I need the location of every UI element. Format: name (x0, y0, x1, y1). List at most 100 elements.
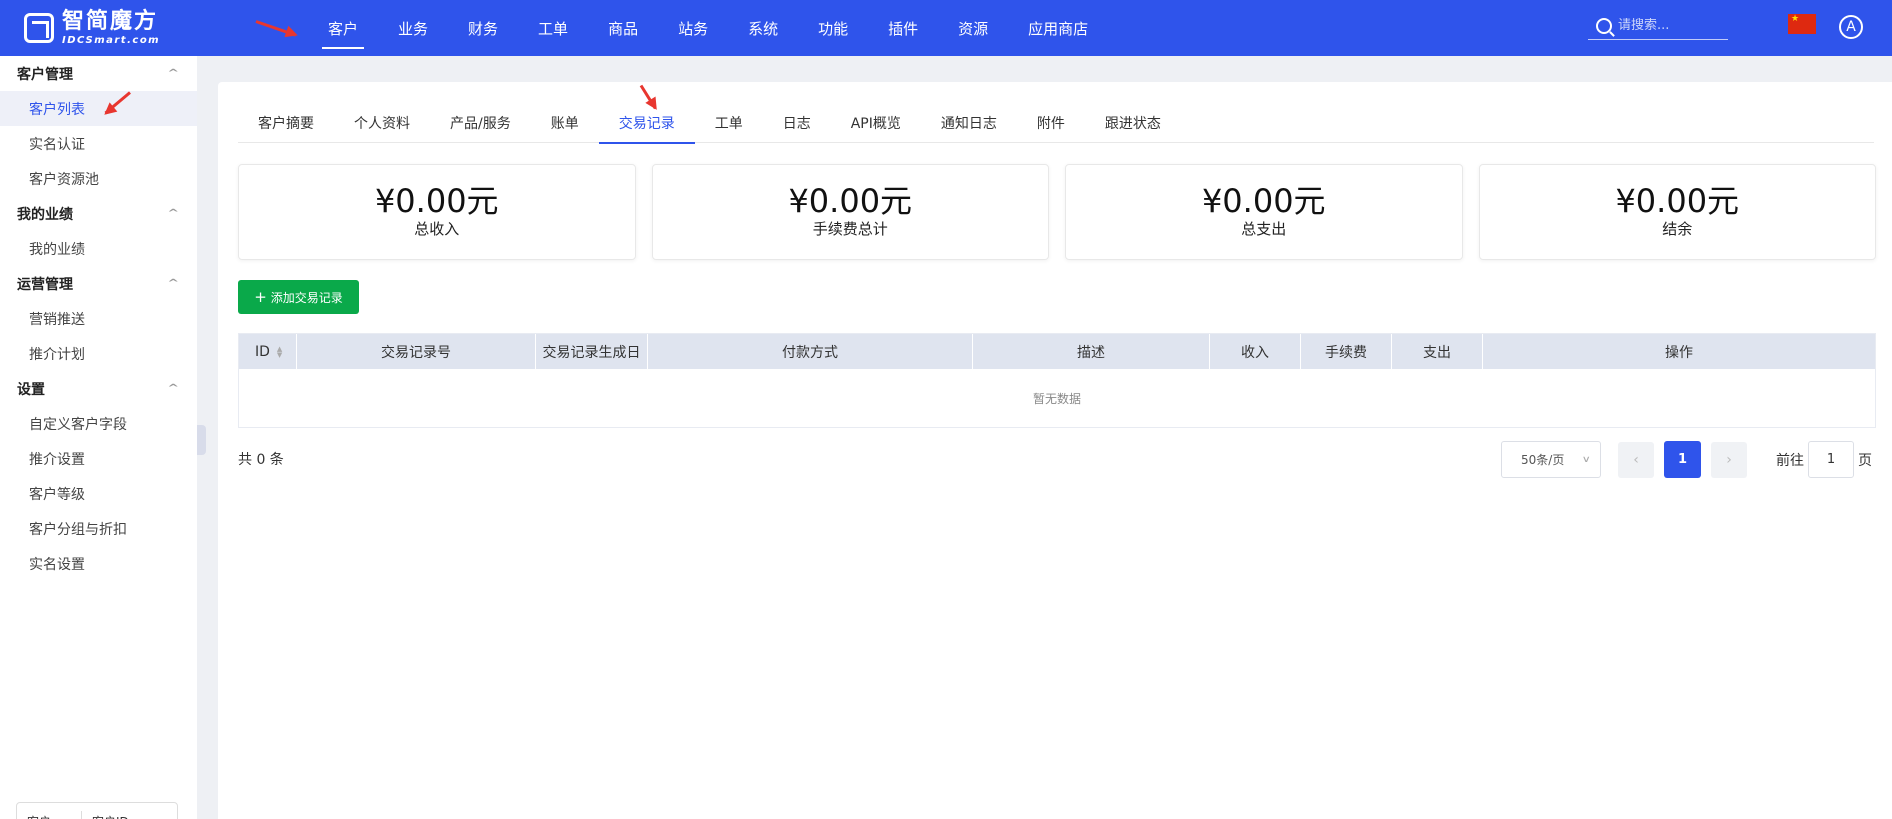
sidebar-item[interactable]: 营销推送 (0, 301, 197, 336)
sidebar-search-type[interactable]: 客户 (17, 803, 51, 819)
sidebar-group[interactable]: 客户管理 ^ (0, 56, 197, 91)
pagination: 50条/页 ∨ ‹ 1 › 前往 页 (1501, 441, 1872, 478)
search-icon[interactable] (1596, 17, 1612, 34)
column-header-label: 交易记录号 (381, 344, 451, 361)
column-header-label: 描述 (1077, 344, 1105, 361)
stat-value: ¥0.00元 (1201, 182, 1326, 220)
topnav-item-4[interactable]: 商品 (588, 0, 658, 56)
stat-value: ¥0.00元 (374, 182, 499, 220)
sort-icon[interactable]: ▲ ▼ (277, 345, 282, 358)
tab-2[interactable]: 产品/服务 (430, 102, 531, 143)
tab-7[interactable]: API概览 (831, 102, 921, 143)
china-flag-icon[interactable] (1788, 14, 1816, 34)
sidebar-group-title: 设置 (17, 381, 45, 398)
logo-icon (24, 13, 54, 43)
page-suffix: 页 (1858, 452, 1872, 469)
column-header: 支出 (1392, 334, 1483, 369)
sidebar-item[interactable]: 客户资源池 (0, 161, 197, 196)
topnav-item-10[interactable]: 应用商店 (1008, 0, 1108, 56)
sidebar-item[interactable]: 实名认证 (0, 126, 197, 161)
sidebar-item[interactable]: 客户等级 (0, 476, 197, 511)
chevron-right-icon: › (1726, 451, 1732, 468)
prev-page-button[interactable]: ‹ (1618, 441, 1654, 478)
sidebar-search-field[interactable]: 客户ID (82, 803, 129, 819)
empty-state: 暂无数据 (1032, 391, 1081, 406)
stat-card: ¥0.00元 结余 (1478, 164, 1876, 260)
tab-5[interactable]: 工单 (695, 102, 763, 143)
chevron-up-icon: ^ (166, 208, 179, 219)
chevron-up-icon: ^ (166, 68, 179, 79)
sidebar-group[interactable]: 我的业绩 ^ (0, 196, 197, 231)
column-header-label: 支出 (1423, 344, 1451, 361)
chevron-up-icon: ^ (166, 278, 179, 289)
topnav-item-9[interactable]: 资源 (938, 0, 1008, 56)
topnav-item-0[interactable]: 客户 (308, 0, 378, 56)
column-header-label: 手续费 (1325, 344, 1367, 361)
search-box[interactable] (1588, 12, 1728, 40)
stat-label: 总收入 (414, 220, 460, 238)
topnav-item-1[interactable]: 业务 (378, 0, 448, 56)
stat-label: 结余 (1662, 220, 1693, 238)
sidebar-item[interactable]: 客户列表 (0, 91, 197, 126)
tab-8[interactable]: 通知日志 (921, 102, 1017, 143)
main-nav: 客户 业务 财务 工单 商品 站务 系统 功能 插件 资源 应用商店 (308, 0, 1108, 56)
sidebar-item[interactable]: 推介计划 (0, 336, 197, 371)
brand-logo[interactable]: 智简魔方 IDCSmart.com (0, 0, 210, 56)
tab-0[interactable]: 客户摘要 (238, 102, 334, 143)
tab-1[interactable]: 个人资料 (334, 102, 430, 143)
tab-3[interactable]: 账单 (531, 102, 599, 143)
column-header: 收入 (1210, 334, 1301, 369)
sidebar-group-title: 运营管理 (17, 276, 73, 293)
tab-6[interactable]: 日志 (763, 102, 831, 143)
stat-value: ¥0.00元 (788, 182, 913, 220)
transactions-table: ID ▲ ▼ 交易记录号 交易记录生成日 付款方式 描述 收入 手续费 支出 操作 暂无数据 (238, 333, 1876, 428)
topnav-item-5[interactable]: 站务 (658, 0, 728, 56)
column-header: 手续费 (1301, 334, 1392, 369)
column-header-label: 交易记录生成日 (542, 344, 641, 361)
sidebar-collapse-handle[interactable] (197, 425, 206, 455)
column-header[interactable]: ID ▲ ▼ (239, 334, 297, 369)
sidebar-item[interactable]: 自定义客户字段 (0, 406, 197, 441)
topnav-item-6[interactable]: 系统 (728, 0, 798, 56)
user-avatar[interactable]: A (1839, 15, 1863, 39)
tab-9[interactable]: 附件 (1017, 102, 1085, 143)
sidebar-group[interactable]: 运营管理 ^ (0, 266, 197, 301)
next-page-button[interactable]: › (1711, 441, 1747, 478)
topnav-item-3[interactable]: 工单 (518, 0, 588, 56)
customer-tabs: 客户摘要 个人资料 产品/服务 账单 交易记录 工单 日志 API概览 通知日志 附件 跟进状态 (238, 102, 1874, 144)
main-panel: 客户摘要 个人资料 产品/服务 账单 交易记录 工单 日志 API概览 通知日志 附件 跟进状态 ¥… (218, 82, 1892, 819)
stat-label: 手续费总计 (812, 220, 888, 238)
topnav-item-8[interactable]: 插件 (868, 0, 938, 56)
sidebar-group[interactable]: 设置 ^ (0, 371, 197, 406)
sidebar-item[interactable]: 实名设置 (0, 546, 197, 581)
stat-card: ¥0.00元 总收入 (238, 164, 636, 260)
add-transaction-button[interactable]: + 添加交易记录 (238, 280, 359, 314)
page-number-current[interactable]: 1 (1664, 441, 1701, 478)
sidebar-item[interactable]: 推介设置 (0, 441, 197, 476)
sidebar-item[interactable]: 我的业绩 (0, 231, 197, 266)
table-header: ID ▲ ▼ 交易记录号 交易记录生成日 付款方式 描述 收入 手续费 支出 操作 (239, 334, 1875, 369)
add-transaction-label: 添加交易记录 (270, 290, 343, 305)
tab-4[interactable]: 交易记录 (598, 102, 695, 144)
stat-label: 总支出 (1241, 220, 1287, 238)
column-header-label: ID (255, 343, 270, 360)
column-header-label: 付款方式 (782, 344, 838, 361)
stats-row: ¥0.00元 总收入 ¥0.00元 手续费总计 ¥0.00元 总支出 ¥0.00元 结余 (238, 164, 1876, 260)
goto-page-input[interactable] (1808, 441, 1854, 478)
search-input[interactable] (1618, 18, 1718, 33)
column-header-label: 收入 (1241, 344, 1269, 361)
page-size-select[interactable]: 50条/页 ∨ (1501, 441, 1601, 478)
topnav-item-7[interactable]: 功能 (798, 0, 868, 56)
column-header: 描述 (973, 334, 1210, 369)
stat-card: ¥0.00元 手续费总计 (651, 164, 1049, 260)
total-count: 共 0 条 (238, 452, 284, 468)
top-navbar: 智简魔方 IDCSmart.com 客户 业务 财务 工单 商品 站务 系统 功能 插件 资源 应用… (0, 0, 1892, 56)
sidebar-customer-search[interactable]: 客户 客户ID (16, 802, 178, 819)
sidebar-item[interactable]: 客户分组与折扣 (0, 511, 197, 546)
column-header: 付款方式 (648, 334, 973, 369)
sidebar: 客户管理 ^ 客户列表 实名认证 客户资源池 我的业绩 ^ 我的业绩运营管理 ^ 营销推送 推介计划… (0, 56, 197, 819)
topnav-item-2[interactable]: 财务 (448, 0, 518, 56)
sidebar-menu: 客户管理 ^ 客户列表 实名认证 客户资源池 我的业绩 ^ 我的业绩运营管理 ^ 营销推送 推介计划… (0, 56, 197, 581)
tab-10[interactable]: 跟进状态 (1085, 102, 1181, 143)
chevron-left-icon: ‹ (1633, 451, 1639, 468)
